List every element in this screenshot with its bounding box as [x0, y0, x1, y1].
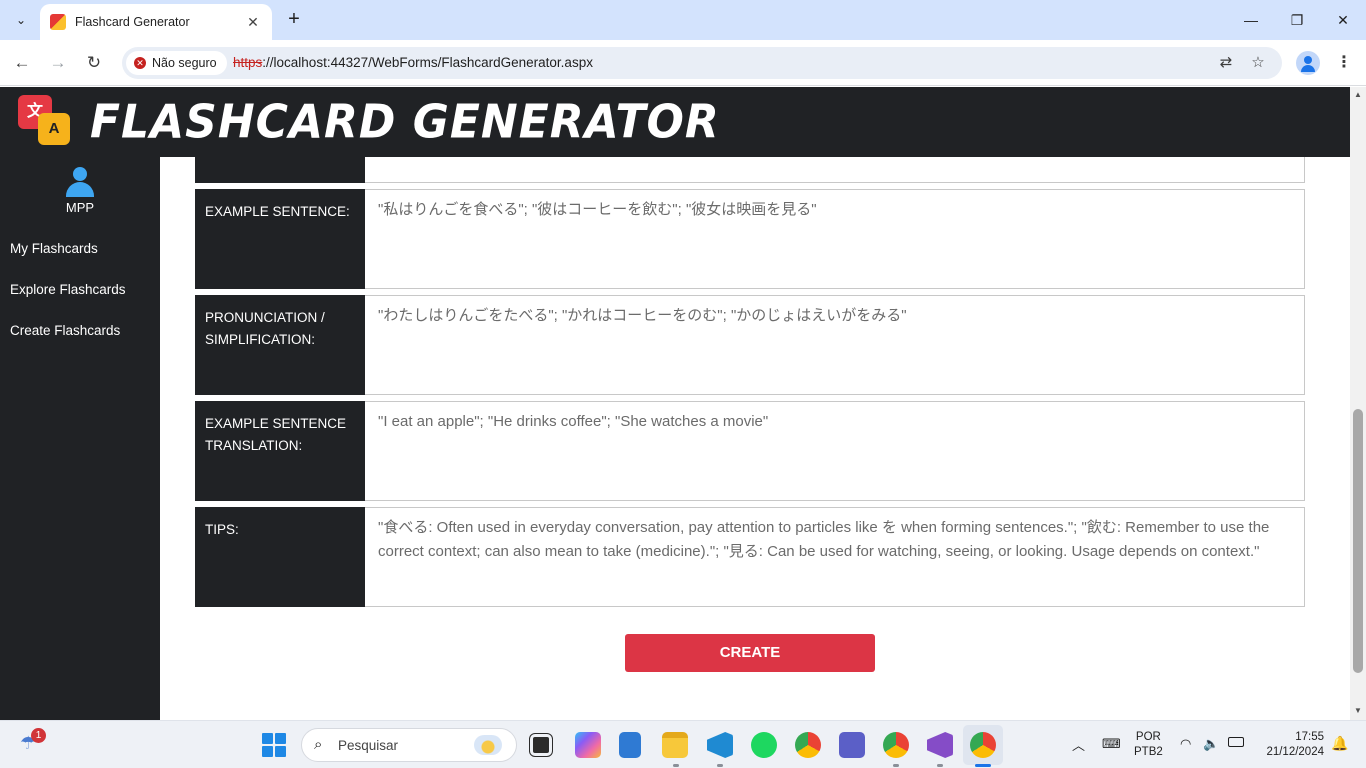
clock-date: 21/12/2024: [1266, 746, 1324, 758]
url-path: ://localhost:44327/WebForms/FlashcardGen…: [262, 55, 593, 70]
taskbar-search-placeholder: Pesquisar: [338, 738, 399, 753]
scroll-thumb[interactable]: [1353, 409, 1363, 673]
logo-glyph-2: A: [38, 113, 70, 145]
forward-arrow-icon[interactable]: →: [46, 51, 70, 75]
battery-icon[interactable]: [1228, 737, 1244, 747]
form-row-label: [195, 157, 365, 183]
taskbar-search-box[interactable]: ⌕ Pesquisar: [301, 728, 517, 762]
notepad-icon[interactable]: [619, 732, 641, 758]
keyboard-icon[interactable]: ⌨: [1102, 736, 1121, 752]
page-scrollbar[interactable]: ▲ ▼: [1350, 87, 1366, 720]
translate-logo-icon: 文 A: [18, 95, 74, 147]
create-button[interactable]: CREATE: [625, 634, 875, 672]
url-text[interactable]: https://localhost:44327/WebForms/Flashca…: [233, 55, 593, 70]
input-language[interactable]: POR PTB2: [1134, 730, 1163, 760]
tips-field[interactable]: "食べる: Often used in everyday conversatio…: [365, 507, 1305, 607]
form-row-pronunciation: PRONUNCIATION / SIMPLIFICATION: "わたしはりんご…: [195, 295, 1305, 395]
browser-toolbar: ← → ↻ ✕ Não seguro https://localhost:443…: [0, 40, 1366, 86]
scroll-up-icon[interactable]: ▲: [1350, 90, 1366, 99]
search-highlight-icon: [474, 735, 502, 755]
input-language-primary: POR: [1135, 731, 1161, 743]
form-row-partial: [195, 157, 1305, 183]
translation-field[interactable]: "I eat an apple"; "He drinks coffee"; "S…: [365, 401, 1305, 501]
minimize-icon[interactable]: —: [1228, 8, 1274, 32]
pronunciation-field[interactable]: "わたしはりんごをたべる"; "かれはコーヒーをのむ"; "かのじょはえいがをみ…: [365, 295, 1305, 395]
flashcard-form: EXAMPLE SENTENCE: "私はりんごを食べる"; "彼はコーヒーを飲…: [160, 157, 1350, 720]
reload-icon[interactable]: ↻: [82, 51, 106, 75]
security-label: Não seguro: [152, 56, 217, 70]
user-avatar-icon: [66, 167, 94, 197]
url-scheme: https: [233, 55, 263, 70]
taskbar: ☂ 1 ⌕ Pesquisar ︿ ⌨ POR PTB2 ◠ 🔈 17:55 2…: [0, 720, 1366, 768]
volume-icon[interactable]: 🔈: [1203, 736, 1219, 752]
chrome-profile-indicator: [893, 764, 899, 767]
chrome-active-icon[interactable]: [970, 732, 996, 758]
copilot-icon[interactable]: [575, 732, 601, 758]
new-tab-plus-icon[interactable]: +: [282, 8, 306, 32]
browser-menu-icon[interactable]: ⋮: [1336, 51, 1352, 75]
app-title: FLASHCARD GENERATOR: [90, 95, 720, 150]
start-windows-icon[interactable]: [262, 733, 286, 757]
example-sentence-field[interactable]: "私はりんごを食べる"; "彼はコーヒーを飲む"; "彼女は映画を見る": [365, 189, 1305, 289]
tab-title: Flashcard Generator: [75, 15, 190, 29]
chrome-active-indicator: [975, 764, 991, 767]
translation-label: EXAMPLE SENTENCE TRANSLATION:: [195, 401, 365, 501]
tab-search-chevron-icon[interactable]: ⌄: [8, 7, 34, 33]
clock[interactable]: 17:55 21/12/2024: [1258, 730, 1324, 760]
browser-tabstrip: ⌄ Flashcard Generator ✕ + — ❐ ✕: [0, 0, 1366, 40]
notification-bell-icon[interactable]: 🔔: [1331, 735, 1348, 752]
bookmark-star-icon[interactable]: ☆: [1248, 53, 1268, 73]
address-bar[interactable]: ✕ Não seguro https://localhost:44327/Web…: [122, 47, 1282, 79]
sidebar-item-create-flashcards[interactable]: Create Flashcards: [10, 323, 120, 338]
browser-tab[interactable]: Flashcard Generator ✕: [40, 4, 272, 40]
favicon-icon: [50, 14, 66, 30]
web-page: 文 A FLASHCARD GENERATOR MPP My Flashcard…: [0, 87, 1350, 720]
user-name: MPP: [65, 200, 95, 215]
form-row-tips: TIPS: "食べる: Often used in everyday conve…: [195, 507, 1305, 607]
file-explorer-indicator: [673, 764, 679, 767]
form-row-translation: EXAMPLE SENTENCE TRANSLATION: "I eat an …: [195, 401, 1305, 501]
back-arrow-icon[interactable]: ←: [10, 51, 34, 75]
spotify-icon[interactable]: [751, 732, 777, 758]
task-view-icon[interactable]: [530, 734, 552, 756]
sidebar-item-my-flashcards[interactable]: My Flashcards: [10, 241, 98, 256]
weather-badge: 1: [31, 728, 46, 743]
profile-avatar-icon[interactable]: [1296, 51, 1320, 75]
example-sentence-label: EXAMPLE SENTENCE:: [195, 189, 365, 289]
sidebar-item-explore-flashcards[interactable]: Explore Flashcards: [10, 282, 126, 297]
input-language-secondary: PTB2: [1134, 746, 1163, 758]
clock-time: 17:55: [1295, 731, 1324, 743]
tray-chevron-up-icon[interactable]: ︿: [1072, 735, 1085, 754]
translate-icon[interactable]: ⇄: [1216, 53, 1236, 73]
app-header: 文 A FLASHCARD GENERATOR: [0, 87, 1350, 157]
tab-close-icon[interactable]: ✕: [244, 14, 262, 31]
chrome-profile-icon[interactable]: [883, 732, 909, 758]
wifi-icon[interactable]: ◠: [1180, 736, 1191, 752]
security-chip[interactable]: ✕ Não seguro: [126, 51, 227, 75]
pronunciation-label: PRONUNCIATION / SIMPLIFICATION:: [195, 295, 365, 395]
search-icon: ⌕: [314, 736, 323, 753]
file-explorer-icon[interactable]: [662, 732, 688, 758]
chrome-icon[interactable]: [795, 732, 821, 758]
tips-label: TIPS:: [195, 507, 365, 607]
form-row-field[interactable]: [365, 157, 1305, 183]
sidebar: MPP My Flashcards Explore Flashcards Cre…: [0, 157, 160, 720]
teams-icon[interactable]: [839, 732, 865, 758]
restore-icon[interactable]: ❐: [1274, 8, 1320, 32]
visual-studio-indicator: [937, 764, 943, 767]
window-close-icon[interactable]: ✕: [1320, 8, 1366, 32]
visual-studio-icon[interactable]: [927, 732, 953, 758]
not-secure-icon: ✕: [134, 57, 146, 69]
vscode-indicator: [717, 764, 723, 767]
form-row-example-sentence: EXAMPLE SENTENCE: "私はりんごを食べる"; "彼はコーヒーを飲…: [195, 189, 1305, 289]
vscode-icon[interactable]: [707, 732, 733, 758]
scroll-down-icon[interactable]: ▼: [1350, 706, 1366, 715]
